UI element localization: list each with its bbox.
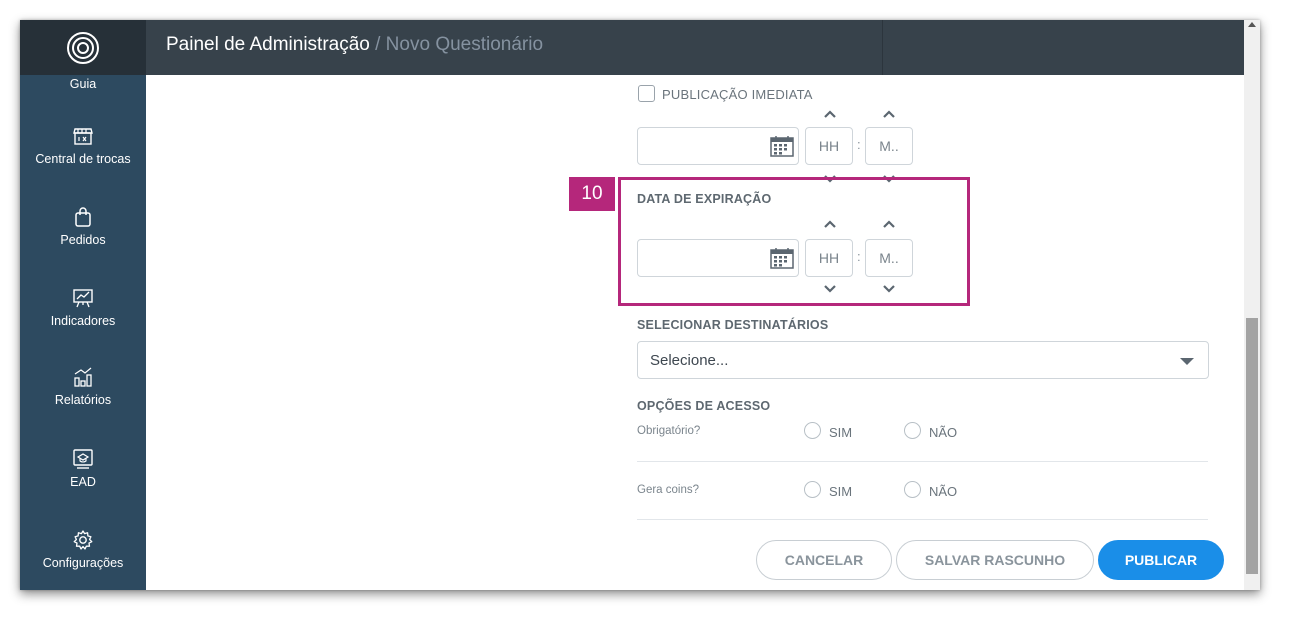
- time-separator: :: [857, 249, 861, 264]
- divider: [637, 461, 1208, 462]
- bar-chart-icon: [74, 367, 92, 387]
- sidebar-item-label: Pedidos: [60, 233, 106, 247]
- expiration-hour-input[interactable]: HH: [805, 239, 853, 277]
- page-title: Painel de Administração / Novo Questioná…: [166, 34, 543, 56]
- sidebar-item-configuracoes[interactable]: Configurações: [20, 529, 146, 570]
- logo[interactable]: [20, 20, 146, 75]
- top-header: Painel de Administração / Novo Questioná…: [20, 20, 1244, 75]
- sidebar-item-relatorios[interactable]: Relatórios: [20, 366, 146, 407]
- mandatory-no-radio[interactable]: [904, 422, 921, 439]
- immediate-publish-label: PUBLICAÇÃO IMEDIATA: [662, 87, 813, 102]
- sidebar-item-label: Relatórios: [54, 393, 112, 407]
- sidebar-item-label: EAD: [70, 475, 96, 489]
- sidebar-item-ead[interactable]: EAD: [20, 448, 146, 489]
- header-divider: [882, 20, 883, 75]
- mandatory-question: Obrigatório?: [637, 425, 701, 437]
- recipients-select-value: Selecione...: [650, 352, 729, 369]
- publish-minute-input[interactable]: M..: [865, 127, 913, 165]
- sidebar-item-label: Indicadores: [50, 314, 116, 328]
- expiration-date-label: DATA DE EXPIRAÇÃO: [637, 192, 772, 206]
- hour-down-chevron-icon[interactable]: [823, 284, 837, 294]
- hour-up-chevron-icon[interactable]: [823, 219, 837, 229]
- gear-icon: [73, 530, 93, 550]
- mandatory-no-label[interactable]: NÃO: [929, 425, 957, 440]
- expiration-minute-input[interactable]: M..: [865, 239, 913, 277]
- coins-question: Gera coins?: [637, 484, 700, 496]
- mandatory-yes-radio[interactable]: [804, 422, 821, 439]
- page-title-text: Painel de Administração: [166, 34, 370, 55]
- recipients-select[interactable]: Selecione...: [637, 341, 1209, 379]
- coins-yes-radio[interactable]: [804, 481, 821, 498]
- sidebar-item-central-de-trocas[interactable]: Central de trocas: [20, 125, 146, 166]
- minute-up-chevron-icon[interactable]: [882, 219, 896, 229]
- breadcrumb: / Novo Questionário: [369, 34, 544, 55]
- recipients-label: SELECIONAR DESTINATÁRIOS: [637, 318, 829, 332]
- scroll-thumb[interactable]: [1246, 318, 1258, 574]
- sidebar-item-indicadores[interactable]: Indicadores: [20, 287, 146, 328]
- time-separator: :: [857, 137, 861, 152]
- store-icon: [73, 128, 93, 145]
- immediate-publish-checkbox[interactable]: [638, 85, 655, 102]
- publish-button[interactable]: PUBLICAR: [1098, 540, 1224, 580]
- sidebar-item-label: Guia: [69, 77, 97, 91]
- step-badge: 10: [569, 177, 615, 211]
- presentation-chart-icon: [73, 289, 93, 308]
- minute-down-chevron-icon[interactable]: [882, 284, 896, 294]
- calendar-icon[interactable]: [770, 247, 794, 269]
- mandatory-yes-label[interactable]: SIM: [829, 425, 852, 440]
- access-options-label: OPÇÕES DE ACESSO: [637, 399, 771, 413]
- expiration-date-input[interactable]: [637, 239, 799, 277]
- caret-down-icon[interactable]: [1180, 358, 1194, 365]
- sidebar-item-pedidos[interactable]: Pedidos: [20, 206, 146, 247]
- sidebar-item-label: Configurações: [42, 556, 124, 570]
- monitor-graduation-icon: [73, 449, 93, 469]
- shopping-bag-icon: [75, 207, 91, 227]
- minute-up-chevron-icon[interactable]: [882, 109, 896, 119]
- divider: [637, 519, 1208, 520]
- sidebar-item-label: Central de trocas: [35, 152, 131, 166]
- hour-up-chevron-icon[interactable]: [823, 109, 837, 119]
- coins-yes-label[interactable]: SIM: [829, 484, 852, 499]
- publish-hour-input[interactable]: HH: [805, 127, 853, 165]
- publish-date-input[interactable]: [637, 127, 799, 165]
- scroll-up-arrow-icon[interactable]: [1248, 22, 1256, 27]
- cancel-button[interactable]: CANCELAR: [756, 540, 892, 580]
- logo-icon: [67, 31, 99, 64]
- vertical-scrollbar[interactable]: [1244, 20, 1260, 590]
- save-draft-button[interactable]: SALVAR RASCUNHO: [896, 540, 1094, 580]
- sidebar: Guia Central de trocas Pedidos Indicador…: [20, 75, 146, 590]
- app-window: Painel de Administração / Novo Questioná…: [20, 20, 1260, 590]
- sidebar-item-guia[interactable]: Guia: [20, 77, 146, 91]
- calendar-icon[interactable]: [770, 135, 794, 157]
- coins-no-radio[interactable]: [904, 481, 921, 498]
- coins-no-label[interactable]: NÃO: [929, 484, 957, 499]
